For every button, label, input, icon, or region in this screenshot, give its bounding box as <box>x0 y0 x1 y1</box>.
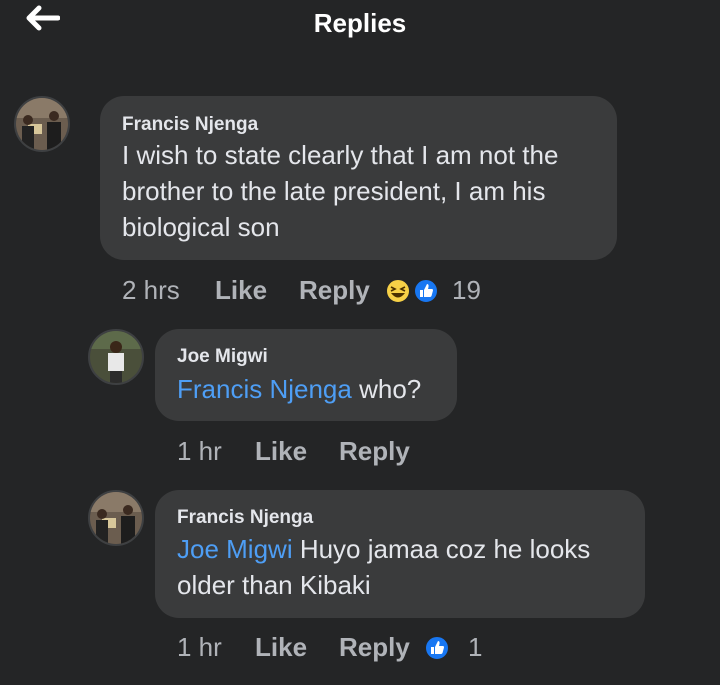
reply-button[interactable]: Reply <box>299 275 370 306</box>
avatar[interactable] <box>88 490 144 546</box>
comment-text: Joe Migwi Huyo jamaa coz he looks older … <box>177 531 637 603</box>
comment-author[interactable]: Francis Njenga <box>177 507 313 529</box>
comment-text: I wish to state clearly that I am not th… <box>122 140 559 242</box>
comment-author[interactable]: Francis Njenga <box>122 114 258 136</box>
header-bar: Replies <box>0 0 720 46</box>
comment-bubble[interactable]: Joe Migwi Francis Njenga who? <box>155 329 457 421</box>
comment-time: 2 hrs <box>122 275 180 305</box>
comment-time: 1 hr <box>177 632 222 662</box>
comment-text: Francis Njenga who? <box>177 371 447 407</box>
haha-reaction-icon <box>385 278 411 304</box>
reply-button[interactable]: Reply <box>339 436 410 467</box>
comment-time: 1 hr <box>177 436 222 466</box>
reaction-count: 1 <box>468 632 483 662</box>
like-button[interactable]: Like <box>215 275 267 306</box>
comment-body: who? <box>351 374 422 404</box>
comment-bubble[interactable]: Francis Njenga Joe Migwi Huyo jamaa coz … <box>155 490 645 618</box>
like-reaction-icon <box>424 635 450 661</box>
like-button[interactable]: Like <box>255 436 307 467</box>
reaction-count: 19 <box>452 275 481 305</box>
page-title: Replies <box>313 8 407 38</box>
mention-link[interactable]: Joe Migwi <box>177 534 293 564</box>
avatar[interactable] <box>88 329 144 385</box>
reply-button[interactable]: Reply <box>339 632 410 663</box>
comment-author[interactable]: Joe Migwi <box>177 346 268 368</box>
like-reaction-icon <box>413 278 439 304</box>
avatar[interactable] <box>14 96 70 152</box>
mention-link[interactable]: Francis Njenga <box>177 374 352 404</box>
like-button[interactable]: Like <box>255 632 307 663</box>
comment-bubble[interactable]: Francis Njenga I wish to state clearly t… <box>100 96 617 260</box>
